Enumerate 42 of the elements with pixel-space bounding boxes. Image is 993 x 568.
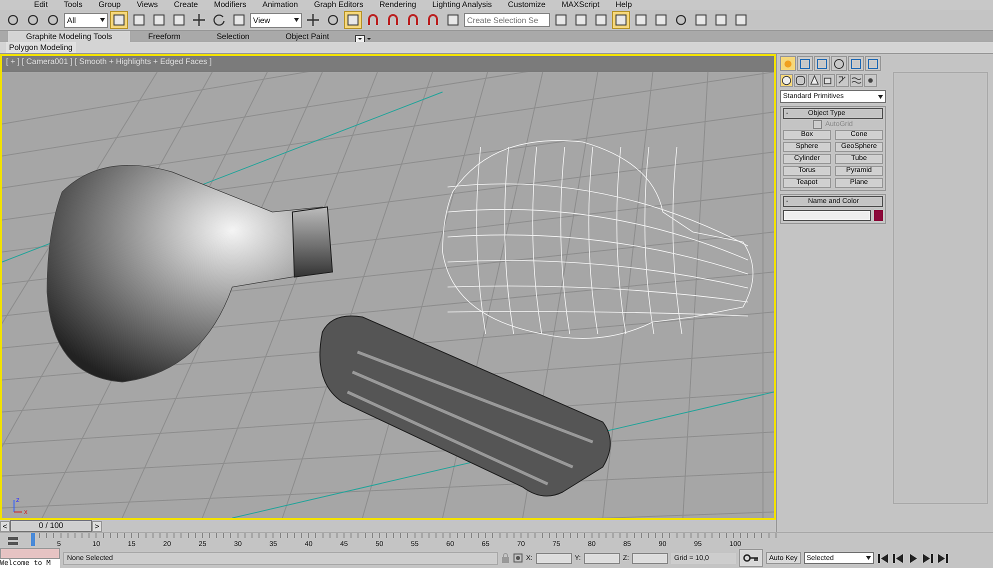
ribbon-tab[interactable]: Object Paint <box>268 31 348 42</box>
menu-item[interactable]: Customize <box>508 0 546 10</box>
menu-item[interactable]: Animation <box>262 0 298 10</box>
caret-icon[interactable] <box>100 18 105 22</box>
selection-filter-value[interactable]: All <box>67 16 76 24</box>
set-key-button[interactable] <box>739 549 764 567</box>
selection-set-field[interactable]: Create Selection Se <box>464 13 550 27</box>
z-coordinate-field[interactable] <box>632 552 668 564</box>
y-coordinate-field[interactable] <box>584 552 620 564</box>
ribbon-tab[interactable]: Graphite Modeling Tools <box>8 31 130 42</box>
previous-frame-button[interactable]: < <box>0 520 10 532</box>
go-to-end-icon[interactable] <box>936 552 950 564</box>
object-name-field[interactable] <box>783 210 871 221</box>
absolute-mode-icon[interactable] <box>513 553 523 563</box>
caret-icon[interactable] <box>866 556 871 560</box>
next-frame-button[interactable]: > <box>92 520 102 532</box>
go-to-start-icon[interactable] <box>876 552 890 564</box>
menu-item[interactable]: Tools <box>64 0 82 10</box>
x-coordinate-field[interactable] <box>536 552 572 564</box>
object-color-swatch[interactable] <box>874 210 883 221</box>
menu-item[interactable]: Graph Editors <box>314 0 364 10</box>
menu-item[interactable]: Help <box>615 0 632 10</box>
time-slider-thumb[interactable]: 0 / 100 <box>10 520 92 532</box>
menu-item[interactable]: Rendering <box>379 0 416 10</box>
previous-key-icon[interactable] <box>892 552 905 564</box>
menu-item[interactable]: Lighting Analysis <box>432 0 492 10</box>
ribbon-panel-tab[interactable]: Polygon Modeling <box>6 42 76 53</box>
axis-tripod-icon <box>14 500 23 512</box>
next-key-icon[interactable] <box>922 552 935 564</box>
menu-item[interactable]: Views <box>136 0 158 10</box>
key-icon[interactable] <box>743 554 760 562</box>
menu-item[interactable]: Modifiers <box>214 0 246 10</box>
menu-item[interactable]: MAXScript <box>562 0 600 10</box>
current-frame-marker[interactable] <box>31 533 35 546</box>
caret-icon[interactable] <box>878 94 883 98</box>
menu-item[interactable]: Group <box>98 0 121 10</box>
ribbon-tab[interactable]: Freeform <box>130 31 199 42</box>
menu-item[interactable]: Create <box>174 0 198 10</box>
script-listener-field[interactable] <box>0 548 60 559</box>
menu-item[interactable]: Edit <box>34 0 48 10</box>
caret-icon[interactable] <box>294 18 299 22</box>
ribbon-tab[interactable]: Selection <box>198 31 268 42</box>
